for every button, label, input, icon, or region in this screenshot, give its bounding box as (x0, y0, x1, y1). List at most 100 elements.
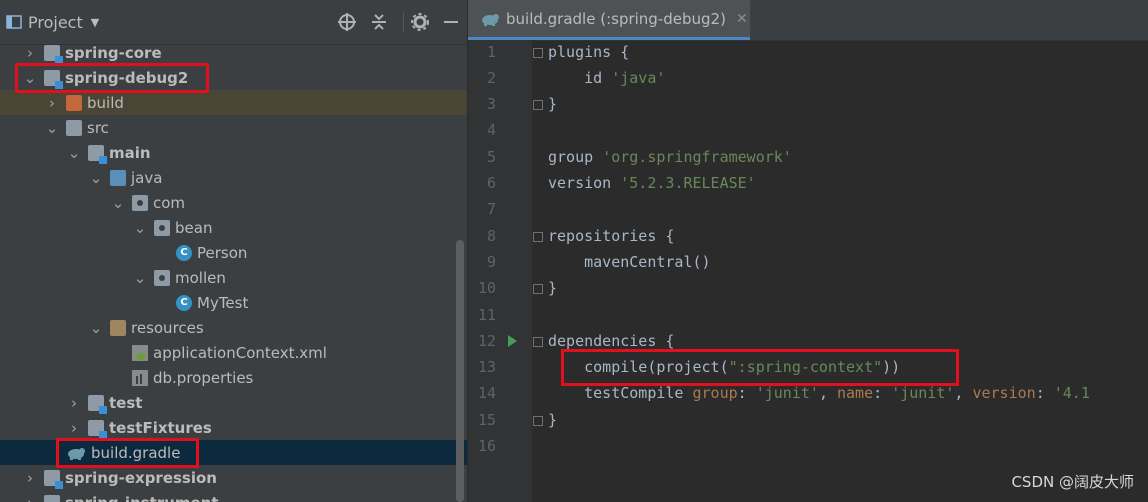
tree-item-person[interactable]: C Person (0, 240, 467, 265)
fold-marker-icon[interactable] (533, 337, 543, 347)
code-text: : (737, 384, 756, 402)
fold-marker-icon[interactable] (533, 100, 543, 110)
excluded-folder-icon (66, 94, 82, 111)
code-text: mavenCentral() (548, 253, 711, 271)
tree-item-label: mollen (175, 268, 226, 287)
hide-icon[interactable] (444, 0, 458, 44)
line-number: 14 (477, 384, 496, 402)
tree-item-spring-expression[interactable]: › spring-expression (0, 465, 467, 490)
code-editor: build.gradle (:spring-debug2) ✕ 1 2 3 4 … (468, 0, 1148, 502)
folder-icon (66, 119, 82, 136)
code-text: : (1035, 384, 1054, 402)
tree-item-main[interactable]: ⌄ main (0, 140, 467, 165)
resources-folder-icon (110, 319, 126, 336)
chevron-right-icon[interactable]: › (66, 394, 82, 412)
chevron-down-icon[interactable]: ⌄ (110, 194, 126, 212)
chevron-down-icon[interactable]: ⌄ (132, 269, 148, 287)
code-string: 'junit' (891, 384, 955, 402)
tree-item-mollen[interactable]: ⌄ mollen (0, 265, 467, 290)
chevron-right-icon[interactable]: › (22, 44, 38, 62)
chevron-down-icon[interactable]: ⌄ (88, 319, 104, 337)
chevron-down-icon[interactable]: ⌄ (88, 169, 104, 187)
tree-item-spring-instrument[interactable]: › spring-instrument (0, 490, 467, 502)
code-string: '4.1 (1053, 384, 1090, 402)
tree-item-label: resources (131, 318, 204, 337)
vertical-divider (403, 0, 404, 44)
tree-scrollbar[interactable] (456, 240, 464, 502)
tree-item-mytest[interactable]: C MyTest (0, 290, 467, 315)
tab-build-gradle[interactable]: build.gradle (:spring-debug2) ✕ (468, 0, 750, 40)
java-class-icon: C (176, 294, 192, 311)
code-text: group (548, 148, 603, 166)
code-line[interactable]: group 'org.springframework' (548, 148, 792, 166)
chevron-right-icon[interactable]: › (22, 469, 38, 487)
tree-item-label: spring-expression (65, 468, 217, 487)
code-text: } (548, 411, 558, 429)
tree-item-bean[interactable]: ⌄ bean (0, 215, 467, 240)
tree-item-build[interactable]: › build (0, 90, 467, 115)
fold-marker-icon[interactable] (533, 416, 543, 426)
line-number: 4 (486, 121, 496, 139)
code-string: '5.2.3.RELEASE' (620, 174, 756, 192)
locate-icon[interactable] (337, 0, 357, 44)
code-line[interactable]: } (548, 279, 557, 297)
code-line[interactable]: } (548, 411, 557, 429)
fold-marker-icon[interactable] (533, 48, 543, 58)
package-icon (132, 194, 148, 211)
code-line[interactable]: testCompile group: 'junit', name: 'junit… (548, 384, 1090, 402)
tree-item-src[interactable]: ⌄ src (0, 115, 467, 140)
tree-item-label: spring-core (65, 43, 162, 62)
code-line[interactable]: plugins { (548, 43, 629, 61)
project-view-dropdown[interactable]: Project ▼ (28, 0, 99, 44)
chevron-down-icon: ▼ (90, 15, 100, 29)
chevron-down-icon[interactable]: ⌄ (132, 219, 148, 237)
tree-item-spring-core[interactable]: › spring-core (0, 40, 467, 65)
line-number: 9 (486, 253, 496, 271)
watermark: CSDN @阔皮大师 (1011, 473, 1134, 491)
run-icon[interactable] (508, 335, 517, 347)
collapse-all-icon[interactable] (370, 0, 388, 44)
package-icon (154, 269, 170, 286)
line-number: 5 (486, 148, 496, 166)
tree-item-label: db.properties (153, 368, 254, 387)
tree-item-java[interactable]: ⌄ java (0, 165, 467, 190)
properties-file-icon (132, 369, 148, 386)
code-line[interactable]: mavenCentral() (548, 253, 711, 271)
code-line[interactable]: version '5.2.3.RELEASE' (548, 174, 756, 192)
code-string: 'junit' (755, 384, 819, 402)
line-number: 1 (486, 43, 496, 61)
fold-marker-icon[interactable] (533, 232, 543, 242)
code-line[interactable]: } (548, 95, 557, 113)
chevron-right-icon[interactable]: › (44, 94, 60, 112)
tree-item-test[interactable]: › test (0, 390, 467, 415)
close-icon[interactable]: ✕ (736, 11, 748, 27)
code-line[interactable]: repositories { (548, 227, 674, 245)
source-root-folder-icon (110, 169, 126, 186)
tree-item-label: com (153, 193, 186, 212)
tree-item-application-context[interactable]: applicationContext.xml (0, 340, 467, 365)
code-text: testCompile (548, 384, 693, 402)
source-set-folder-icon (88, 419, 107, 439)
tree-item-com[interactable]: ⌄ com (0, 190, 467, 215)
code-text: : (873, 384, 892, 402)
tree-item-testfixtures[interactable]: › testFixtures (0, 415, 467, 440)
fold-marker-icon[interactable] (533, 284, 543, 294)
tree-item-resources[interactable]: ⌄ resources (0, 315, 467, 340)
code-line[interactable]: id 'java' (548, 69, 665, 87)
line-number: 10 (477, 279, 496, 297)
java-class-icon: C (176, 244, 192, 261)
code-line[interactable]: dependencies { (548, 332, 674, 350)
project-panel-title: Project (28, 12, 83, 32)
chevron-right-icon[interactable]: › (22, 494, 38, 502)
spring-xml-file-icon (132, 344, 148, 361)
chevron-down-icon[interactable]: ⌄ (66, 144, 82, 162)
line-number: 16 (477, 437, 496, 455)
annotation-box-spring-debug2 (15, 63, 209, 93)
line-number: 2 (486, 69, 496, 87)
chevron-right-icon[interactable]: › (66, 419, 82, 437)
project-panel-icon (6, 0, 22, 44)
tree-item-db-properties[interactable]: db.properties (0, 365, 467, 390)
chevron-down-icon[interactable]: ⌄ (44, 119, 60, 137)
gear-icon[interactable] (411, 0, 429, 44)
line-number: 7 (486, 200, 496, 218)
